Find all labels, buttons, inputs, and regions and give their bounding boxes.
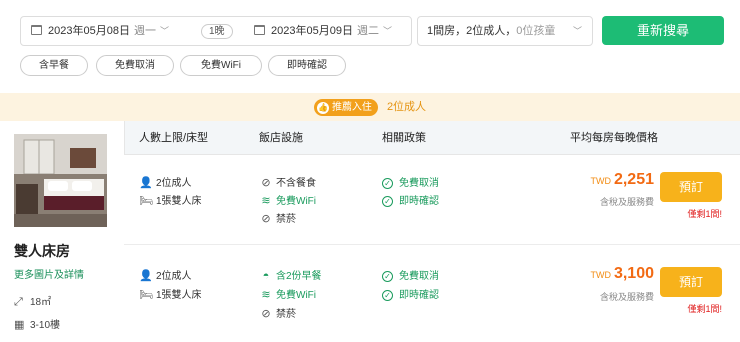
occupancy-value: 2位成人 bbox=[156, 271, 192, 282]
smoking-value: 禁菸 bbox=[276, 214, 296, 225]
occupancy: 👤 2位成人 bbox=[139, 174, 192, 189]
header-policy: 相關政策 bbox=[382, 132, 426, 144]
price-amount: 3,100 bbox=[613, 265, 654, 282]
rate-row: 👤 2位成人 🛏 1張雙人床 ⊘ 不含餐食 ≋ 免費WiFi ⊘ 禁菸 ✓ 免費取消 ✓ 即時… bbox=[124, 155, 740, 245]
wifi-value: 免費WiFi bbox=[276, 290, 316, 301]
policy-free-cancel-label: 免費取消 bbox=[399, 271, 439, 282]
meal-value: 含2份早餐 bbox=[276, 271, 322, 282]
recommend-bar: 👍 推薦入住 2位成人 bbox=[0, 93, 740, 121]
date-range-picker[interactable]: 2023年05月08日 週一 ﹀ 1晚 2023年05月09日 週二 ﹀ bbox=[20, 16, 412, 46]
room-floor: ▦ 3-10樓 bbox=[14, 316, 60, 331]
building-icon: ▦ bbox=[14, 319, 25, 331]
policy-instant-confirm-label: 即時確認 bbox=[399, 290, 439, 301]
recommend-badge: 👍 推薦入住 bbox=[313, 98, 378, 116]
occupancy: 👤 2位成人 bbox=[139, 267, 192, 282]
wifi-info: ≋ 免費WiFi bbox=[259, 192, 316, 207]
more-details-link[interactable]: 更多圖片及詳情 bbox=[14, 266, 84, 281]
policy-instant-confirm: ✓ 即時確認 bbox=[382, 192, 439, 207]
recommend-text: 2位成人 bbox=[386, 101, 427, 114]
area-icon: ⤢ bbox=[14, 296, 23, 308]
room-size: ⤢ 18㎡ bbox=[14, 293, 51, 309]
wifi-info: ≋ 免費WiFi bbox=[259, 286, 316, 301]
checkout-week: 週二 bbox=[356, 25, 379, 37]
search-button[interactable]: 重新搜尋 bbox=[602, 16, 724, 45]
book-button[interactable]: 預訂 bbox=[660, 172, 722, 202]
recommend-badge-label: 推薦入住 bbox=[331, 101, 372, 113]
checkin-date-value: 2023年05月08日 bbox=[48, 25, 130, 37]
check-icon: ✓ bbox=[382, 271, 393, 282]
price: TWD 3,100 bbox=[590, 265, 654, 283]
chevron-down-icon: ﹀ bbox=[572, 26, 582, 36]
meal-info: ◓ 含2份早餐 bbox=[259, 267, 322, 282]
room-photo[interactable] bbox=[14, 134, 107, 227]
rate-row: 👤 2位成人 🛏 1張雙人床 ◓ 含2份早餐 ≋ 免費WiFi ⊘ 禁菸 ✓ 免費取消 ✓ 即… bbox=[124, 245, 740, 342]
checkin-date[interactable]: 2023年05月08日 週一 ﹀ bbox=[31, 17, 169, 45]
bed-value: 1張雙人床 bbox=[156, 196, 202, 207]
guest-selector[interactable]: 1間房，2位成人，0位孩童 ﹀ bbox=[417, 16, 593, 46]
policy-free-cancel: ✓ 免費取消 bbox=[382, 174, 439, 189]
room-photo-image bbox=[14, 134, 107, 227]
policy-free-cancel-label: 免費取消 bbox=[399, 178, 439, 189]
checkout-date[interactable]: 2023年05月09日 週二 ﹀ bbox=[254, 17, 392, 45]
rooms-remaining: 僅剩1間! bbox=[687, 304, 722, 314]
header-price: 平均每房每晚價格 bbox=[570, 132, 658, 144]
nights-count: 1晚 bbox=[201, 24, 233, 39]
price-amount: 2,251 bbox=[613, 171, 654, 188]
room-size-value: 18㎡ bbox=[30, 297, 52, 308]
guests-children: 0位孩童 bbox=[516, 25, 556, 37]
smoking-info: ⊘ 禁菸 bbox=[259, 305, 296, 320]
policy-instant-confirm: ✓ 即時確認 bbox=[382, 286, 439, 301]
bed-icon: 🛏 bbox=[139, 289, 153, 301]
person-icon: 👤 bbox=[139, 270, 153, 282]
thumbs-up-icon: 👍 bbox=[316, 101, 329, 114]
header-facilities: 飯店設施 bbox=[259, 132, 303, 144]
checkin-week: 週一 bbox=[133, 25, 156, 37]
bed-type: 🛏 1張雙人床 bbox=[139, 192, 202, 207]
meal-value: 不含餐食 bbox=[276, 178, 316, 189]
book-button[interactable]: 預訂 bbox=[660, 267, 722, 297]
breakfast-icon: ◓ bbox=[262, 270, 270, 282]
wifi-icon: ≋ bbox=[261, 195, 271, 207]
policy-free-cancel: ✓ 免費取消 bbox=[382, 267, 439, 282]
wifi-icon: ≋ bbox=[261, 289, 271, 301]
occupancy-value: 2位成人 bbox=[156, 178, 192, 189]
price-currency: TWD bbox=[590, 270, 611, 280]
search-bar: 2023年05月08日 週一 ﹀ 1晚 2023年05月09日 週二 ﹀ 1間房，2位成… bbox=[0, 0, 740, 88]
header-occupancy: 人數上限/床型 bbox=[139, 132, 209, 144]
calendar-icon bbox=[31, 25, 42, 35]
wifi-value: 免費WiFi bbox=[276, 196, 316, 207]
filter-free-cancel[interactable]: 免費取消 bbox=[96, 55, 174, 76]
filter-instant-confirm[interactable]: 即時確認 bbox=[268, 55, 346, 76]
no-smoking-icon: ⊘ bbox=[261, 213, 271, 225]
room-name: 雙人床房 bbox=[14, 243, 70, 259]
meal-info: ⊘ 不含餐食 bbox=[259, 174, 316, 189]
check-icon: ✓ bbox=[382, 178, 393, 189]
filter-breakfast[interactable]: 含早餐 bbox=[20, 55, 88, 76]
tax-note: 含稅及服務費 bbox=[599, 197, 654, 207]
checkout-date-value: 2023年05月09日 bbox=[271, 25, 353, 37]
chevron-down-icon: ﹀ bbox=[159, 26, 169, 36]
no-meal-icon: ⊘ bbox=[261, 177, 271, 189]
price-currency: TWD bbox=[590, 176, 611, 186]
check-icon: ✓ bbox=[382, 290, 393, 301]
person-icon: 👤 bbox=[139, 177, 153, 189]
guests-main: 1間房，2位成人， bbox=[427, 25, 517, 37]
price: TWD 2,251 bbox=[590, 171, 654, 189]
room-floor-value: 3-10樓 bbox=[30, 320, 61, 331]
no-smoking-icon: ⊘ bbox=[261, 308, 271, 320]
tax-note: 含稅及服務費 bbox=[599, 292, 654, 302]
calendar-icon bbox=[254, 25, 265, 35]
policy-instant-confirm-label: 即時確認 bbox=[399, 196, 439, 207]
smoking-value: 禁菸 bbox=[276, 309, 296, 320]
filter-free-wifi[interactable]: 免費WiFi bbox=[180, 55, 262, 76]
rooms-remaining: 僅剩1間! bbox=[687, 209, 722, 219]
check-icon: ✓ bbox=[382, 196, 393, 207]
chevron-down-icon: ﹀ bbox=[382, 26, 392, 36]
bed-value: 1張雙人床 bbox=[156, 290, 202, 301]
smoking-info: ⊘ 禁菸 bbox=[259, 210, 296, 225]
bed-icon: 🛏 bbox=[139, 195, 153, 207]
rate-table-header: 人數上限/床型 飯店設施 相關政策 平均每房每晚價格 bbox=[124, 121, 740, 155]
bed-type: 🛏 1張雙人床 bbox=[139, 286, 202, 301]
